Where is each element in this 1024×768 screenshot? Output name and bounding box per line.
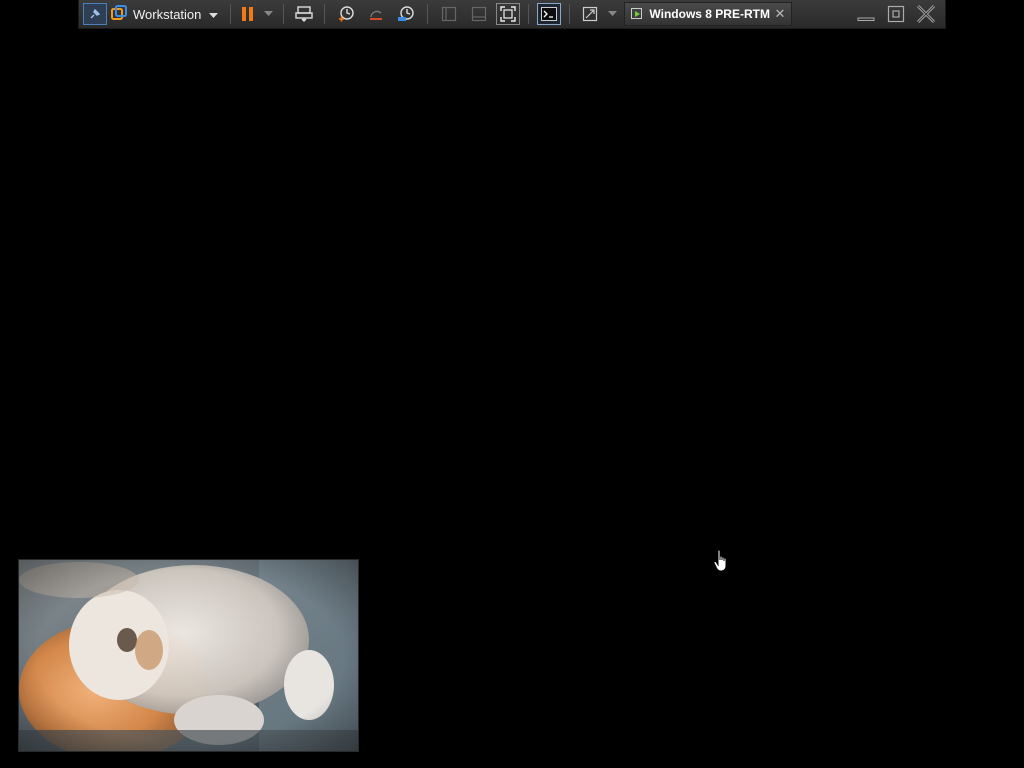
toolbar-separator [283,4,285,24]
multi-view-button[interactable] [466,3,492,25]
pin-toolbar-button[interactable] [83,3,107,25]
vm-tab-icon [631,6,645,23]
revert-snapshot-button[interactable] [363,3,389,25]
fullscreen-button[interactable] [496,3,521,25]
pin-icon [88,7,102,21]
single-view-button[interactable] [436,3,462,25]
toolbar-separator [427,4,429,24]
hand-pointer-icon [713,549,729,578]
console-icon [541,7,558,21]
stretch-guest-button[interactable] [578,3,602,25]
snapshot-manager-icon [397,5,415,23]
fullscreen-toolbar: Workstation Windows 8 PRE-RTM ... ✕ [78,0,946,29]
view-single-icon [441,6,457,22]
minimize-button[interactable] [853,3,879,25]
pause-button[interactable] [239,3,257,25]
minimize-icon [857,6,875,22]
console-view-button[interactable] [537,3,562,25]
snapshot-revert-icon [367,5,385,23]
product-menu[interactable]: Workstation [109,4,224,24]
toolbar-separator [324,4,326,24]
snapshot-manager-button[interactable] [393,3,419,25]
send-ctrl-alt-del-icon [295,6,314,22]
vm-screen[interactable]: Workstation Windows 8 PRE-RTM ... ✕ [0,0,1024,768]
vm-tab-label: Windows 8 PRE-RTM ... [649,7,771,21]
dropdown-caret-icon [607,11,617,17]
power-dropdown-icon [263,11,273,17]
restore-icon [887,5,905,23]
restore-button[interactable] [883,3,909,25]
window-controls [851,3,941,25]
vmware-logo-icon [111,4,127,24]
vm-tab[interactable]: Windows 8 PRE-RTM ... ✕ [624,2,793,26]
power-dropdown-button[interactable] [261,3,275,25]
snapshot-take-icon [337,5,355,23]
webcam-preview [18,559,359,752]
view-fullscreen-icon [500,6,517,22]
view-multi-icon [471,6,487,22]
send-ctrl-alt-del-button[interactable] [292,3,316,25]
pause-icon [241,6,255,22]
product-label: Workstation [133,6,202,22]
close-icon [916,4,936,24]
webcam-preview-image [19,560,358,751]
dropdown-caret-icon [209,7,219,22]
stretch-icon [582,6,598,22]
stretch-dropdown-button[interactable] [606,3,618,25]
toolbar-separator [528,4,530,24]
close-window-button[interactable] [913,3,939,25]
take-snapshot-button[interactable] [333,3,359,25]
toolbar-separator [230,4,232,24]
close-tab-icon[interactable]: ✕ [775,6,786,22]
toolbar-separator [569,4,571,24]
